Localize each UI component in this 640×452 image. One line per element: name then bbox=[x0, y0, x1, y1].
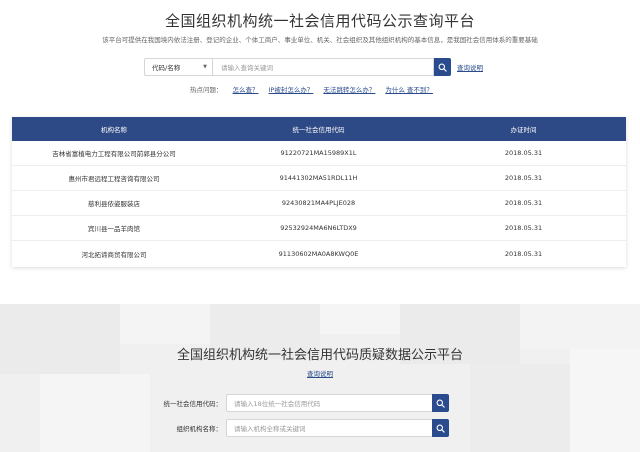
hot-link-not-found[interactable]: 为什么 查不到？ bbox=[385, 84, 433, 94]
hot-link-ip-blocked[interactable]: IP被封怎么办？ bbox=[269, 84, 314, 94]
cell-credit-code: 91130602MA0A8KWQ0E bbox=[278, 249, 359, 258]
page-subtitle: 该平台可提供在我国境内依法注册、登记的企业、个体工商户、事业单位、机关、社会组织… bbox=[102, 36, 538, 44]
code-search-button[interactable] bbox=[432, 394, 449, 412]
cell-org-name: 惠州市君远程工程咨询有限公司 bbox=[68, 175, 160, 183]
cell-credit-code: 91441302MA51RDL11H bbox=[279, 174, 358, 182]
cell-credit-code: 92532924MA6N6LTDX9 bbox=[280, 224, 357, 232]
search-bar: 代码/名称 ▼ 请输入查询关键词 查询说明 bbox=[144, 58, 483, 76]
header-issue-date: 办证时间 bbox=[510, 126, 537, 134]
results-table: 机构名称 统一社会信用代码 办证时间 吉林省富植电力工程有限公司前郭县分公司 9… bbox=[12, 117, 626, 267]
search-button[interactable] bbox=[434, 58, 451, 76]
cell-issue-date: 2018.05.31 bbox=[504, 149, 543, 157]
bottom-help-link[interactable]: 查询说明 bbox=[0, 368, 640, 378]
name-label: 组织机构名称： bbox=[176, 425, 223, 433]
search-icon bbox=[436, 399, 445, 408]
table-header: 机构名称 统一社会信用代码 办证时间 bbox=[12, 117, 626, 141]
name-search-button[interactable] bbox=[432, 419, 449, 437]
table-body: 吉林省富植电力工程有限公司前郭县分公司 91220721MA15989X1L 2… bbox=[12, 141, 626, 266]
name-search-row: 组织机构名称： 请输入机构全称或关键词 bbox=[150, 419, 449, 437]
table-row[interactable]: 河北拓谛商贸有限公司 91130602MA0A8KWQ0E 2018.05.31 bbox=[12, 241, 626, 266]
search-input[interactable]: 请输入查询关键词 bbox=[212, 58, 434, 76]
search-type-select[interactable]: 代码/名称 ▼ bbox=[144, 58, 212, 76]
table-row[interactable]: 吉林省富植电力工程有限公司前郭县分公司 91220721MA15989X1L 2… bbox=[12, 141, 626, 166]
table-row[interactable]: 宾川县一品羊肉馆 92532924MA6N6LTDX9 2018.05.31 bbox=[12, 216, 626, 241]
hot-link-cannot-redirect[interactable]: 无法跳转怎么办？ bbox=[323, 84, 375, 94]
page-title: 全国组织机构统一社会信用代码公示查询平台 bbox=[164, 12, 475, 30]
cell-issue-date: 2018.05.31 bbox=[504, 199, 543, 207]
name-input[interactable]: 请输入机构全称或关键词 bbox=[226, 419, 432, 437]
code-input[interactable]: 请输入18位统一社会信用代码 bbox=[226, 394, 432, 412]
cell-org-name: 宾川县一品羊肉馆 bbox=[88, 225, 140, 233]
cell-org-name: 吉林省富植电力工程有限公司前郭县分公司 bbox=[52, 150, 176, 158]
cell-issue-date: 2018.05.31 bbox=[504, 249, 543, 258]
cell-credit-code: 92430821MA4PLJE028 bbox=[281, 199, 356, 207]
code-search-row: 统一社会信用代码： 请输入18位统一社会信用代码 bbox=[150, 394, 449, 412]
cell-issue-date: 2018.05.31 bbox=[504, 174, 543, 182]
hot-questions: 热点问题： 怎么查？ IP被封怎么办？ 无法跳转怎么办？ 为什么 查不到？ bbox=[190, 84, 433, 94]
search-icon bbox=[436, 424, 445, 433]
code-label: 统一社会信用代码： bbox=[163, 400, 223, 408]
table-row[interactable]: 慈利县侬姿服装店 92430821MA4PLJE028 2018.05.31 bbox=[12, 191, 626, 216]
bottom-title: 全国组织机构统一社会信用代码质疑数据公示平台 bbox=[176, 348, 463, 363]
top-section: 全国组织机构统一社会信用代码公示查询平台 该平台可提供在我国境内依法注册、登记的… bbox=[0, 0, 640, 300]
search-icon bbox=[438, 63, 447, 72]
cell-org-name: 河北拓谛商贸有限公司 bbox=[81, 250, 147, 259]
header-credit-code: 统一社会信用代码 bbox=[292, 126, 345, 134]
cell-credit-code: 91220721MA15989X1L bbox=[280, 149, 357, 157]
search-type-value: 代码/名称 bbox=[152, 64, 181, 72]
search-help-link[interactable]: 查询说明 bbox=[457, 62, 483, 72]
hot-link-how-to-search[interactable]: 怎么查？ bbox=[233, 84, 259, 94]
cell-org-name: 慈利县侬姿服装店 bbox=[88, 200, 140, 208]
bottom-section: 全国组织机构统一社会信用代码质疑数据公示平台 查询说明 统一社会信用代码： 请输… bbox=[0, 304, 640, 452]
table-row[interactable]: 惠州市君远程工程咨询有限公司 91441302MA51RDL11H 2018.0… bbox=[12, 166, 626, 191]
chevron-down-icon: ▼ bbox=[203, 64, 207, 70]
hot-questions-label: 热点问题： bbox=[190, 86, 223, 94]
header-org-name: 机构名称 bbox=[101, 126, 127, 134]
cell-issue-date: 2018.05.31 bbox=[504, 224, 543, 232]
